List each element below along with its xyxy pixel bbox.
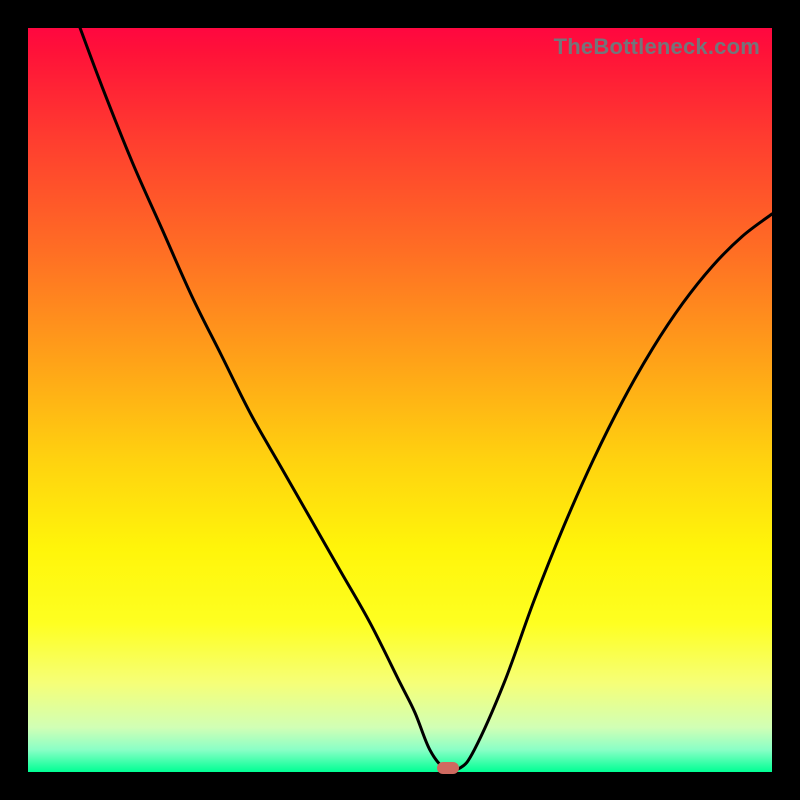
bottleneck-curve: [80, 28, 772, 771]
plot-area: TheBottleneck.com: [28, 28, 772, 772]
curve-svg: [28, 28, 772, 772]
chart-container: TheBottleneck.com: [0, 0, 800, 800]
minimum-marker: [437, 762, 459, 774]
